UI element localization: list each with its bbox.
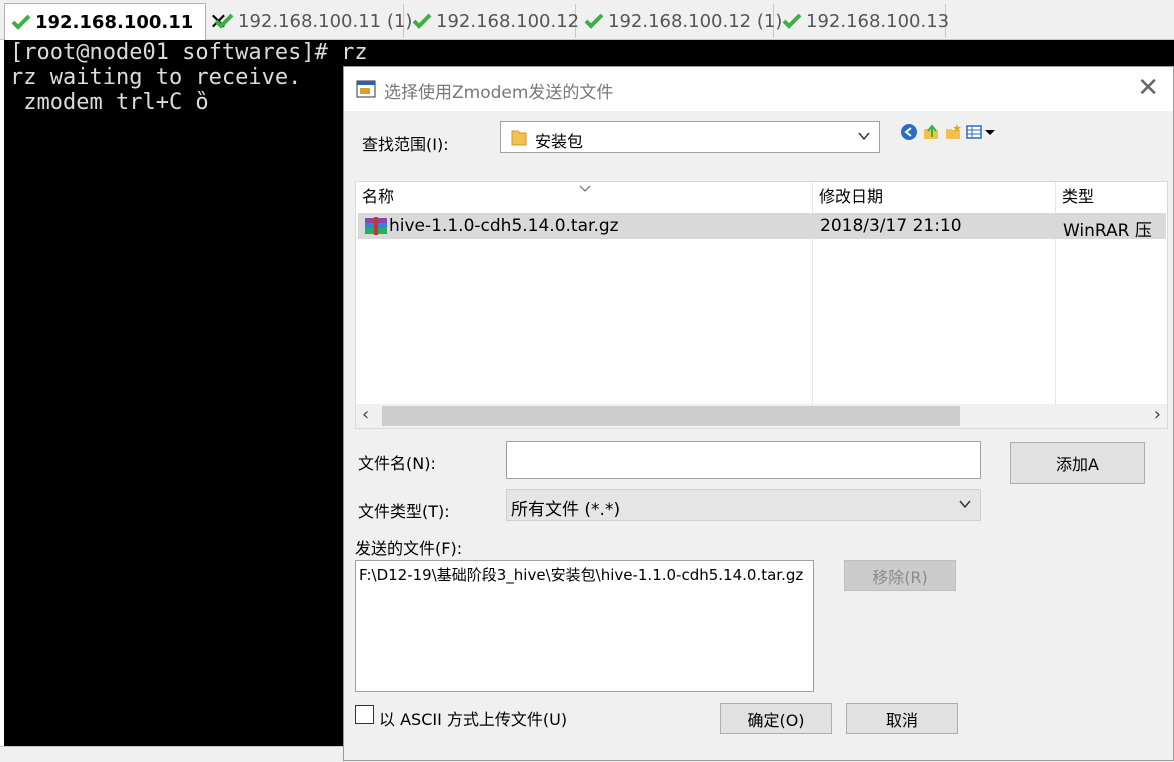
app-icon bbox=[356, 79, 376, 103]
tab-label: 192.168.100.12 (1) bbox=[608, 10, 783, 32]
sent-files-list[interactable]: F:\D12-19\基础阶段3_hive\安装包\hive-1.1.0-cdh5… bbox=[355, 560, 814, 692]
tab-192-168-100-11[interactable]: 192.168.100.11 ✕ bbox=[4, 3, 228, 40]
green-check-icon bbox=[412, 13, 432, 29]
column-header-type[interactable]: 类型 bbox=[1056, 182, 1167, 212]
filetype-select[interactable]: 所有文件 (*.*) bbox=[506, 489, 981, 521]
filename-input[interactable] bbox=[506, 441, 981, 479]
horizontal-scrollbar[interactable]: ‹ › bbox=[356, 404, 1167, 428]
tab-label: 192.168.100.11 bbox=[35, 11, 194, 33]
scroll-left-icon[interactable]: ‹ bbox=[362, 404, 369, 425]
terminal-line: [root@node01 softwares]# rz bbox=[10, 40, 368, 65]
look-in-dropdown[interactable]: 安装包 bbox=[500, 121, 880, 153]
session-tab-bar: 192.168.100.11 ✕ 192.168.100.11 (1) 192.… bbox=[0, 0, 1174, 40]
close-icon[interactable]: ✕ bbox=[1137, 73, 1159, 103]
sent-file-item[interactable]: F:\D12-19\基础阶段3_hive\安装包\hive-1.1.0-cdh5… bbox=[359, 564, 803, 585]
folder-icon bbox=[511, 128, 527, 150]
winrar-archive-icon bbox=[364, 217, 388, 239]
back-icon[interactable] bbox=[900, 123, 918, 145]
tab-label: 192.168.100.11 (1) bbox=[238, 10, 413, 32]
file-list[interactable]: 名称 修改日期 类型 hive-1.1.0-cdh5.14.0.tar.gz 2… bbox=[355, 181, 1168, 429]
column-header-modified[interactable]: 修改日期 bbox=[813, 182, 1055, 212]
column-modified-label: 修改日期 bbox=[819, 187, 884, 206]
tab-label: 192.168.100.13 bbox=[806, 10, 950, 32]
add-button[interactable]: 添加A bbox=[1010, 442, 1145, 484]
cancel-button[interactable]: 取消 bbox=[846, 703, 958, 734]
look-in-value: 安装包 bbox=[535, 132, 584, 151]
tab-192-168-100-13[interactable]: 192.168.100.13 bbox=[776, 4, 950, 38]
file-type: WinRAR 压 bbox=[1063, 221, 1152, 241]
dialog-title: 选择使用Zmodem发送的文件 bbox=[384, 83, 614, 103]
chevron-down-icon bbox=[857, 129, 871, 147]
ascii-upload-label: 以 ASCII 方式上传文件(U) bbox=[379, 710, 568, 729]
filename-label: 文件名(N): bbox=[358, 454, 436, 473]
file-modified: 2018/3/17 21:10 bbox=[820, 216, 962, 236]
tab-192-168-100-12-1[interactable]: 192.168.100.12 (1) bbox=[578, 4, 782, 38]
column-type-label: 类型 bbox=[1062, 187, 1095, 206]
sent-files-label: 发送的文件(F): bbox=[355, 539, 463, 558]
tab-label: 192.168.100.12 bbox=[436, 10, 580, 32]
filetype-value: 所有文件 (*.*) bbox=[511, 500, 621, 520]
file-name: hive-1.1.0-cdh5.14.0.tar.gz bbox=[389, 216, 619, 236]
green-check-icon bbox=[584, 13, 604, 29]
up-folder-icon[interactable] bbox=[922, 123, 940, 145]
scrollbar-thumb[interactable] bbox=[382, 406, 960, 426]
dialog-titlebar: 选择使用Zmodem发送的文件 ✕ bbox=[344, 67, 1173, 111]
column-name-label: 名称 bbox=[362, 187, 395, 206]
green-check-icon bbox=[782, 13, 802, 29]
ascii-upload-checkbox[interactable] bbox=[355, 705, 374, 724]
ok-button[interactable]: 确定(O) bbox=[720, 703, 832, 734]
green-check-icon bbox=[11, 14, 31, 30]
filetype-label: 文件类型(T): bbox=[358, 502, 450, 521]
green-check-icon bbox=[214, 13, 234, 29]
sort-chevron-icon bbox=[578, 182, 592, 198]
navigation-toolbar bbox=[900, 123, 998, 145]
file-row[interactable]: hive-1.1.0-cdh5.14.0.tar.gz 2018/3/17 21… bbox=[358, 213, 1166, 241]
tab-192-168-100-12[interactable]: 192.168.100.12 bbox=[406, 4, 580, 38]
look-in-label: 查找范围(I): bbox=[362, 135, 449, 154]
new-folder-icon[interactable] bbox=[944, 123, 962, 145]
remove-button[interactable]: 移除(R) bbox=[844, 560, 956, 591]
chevron-down-icon bbox=[958, 497, 972, 515]
tab-192-168-100-11-1[interactable]: 192.168.100.11 (1) bbox=[208, 4, 412, 38]
view-menu-icon[interactable] bbox=[966, 124, 998, 144]
scroll-right-icon[interactable]: › bbox=[1154, 404, 1161, 425]
zmodem-file-dialog: 选择使用Zmodem发送的文件 ✕ 查找范围(I): 安装包 名称 修改日期 类… bbox=[343, 66, 1174, 761]
